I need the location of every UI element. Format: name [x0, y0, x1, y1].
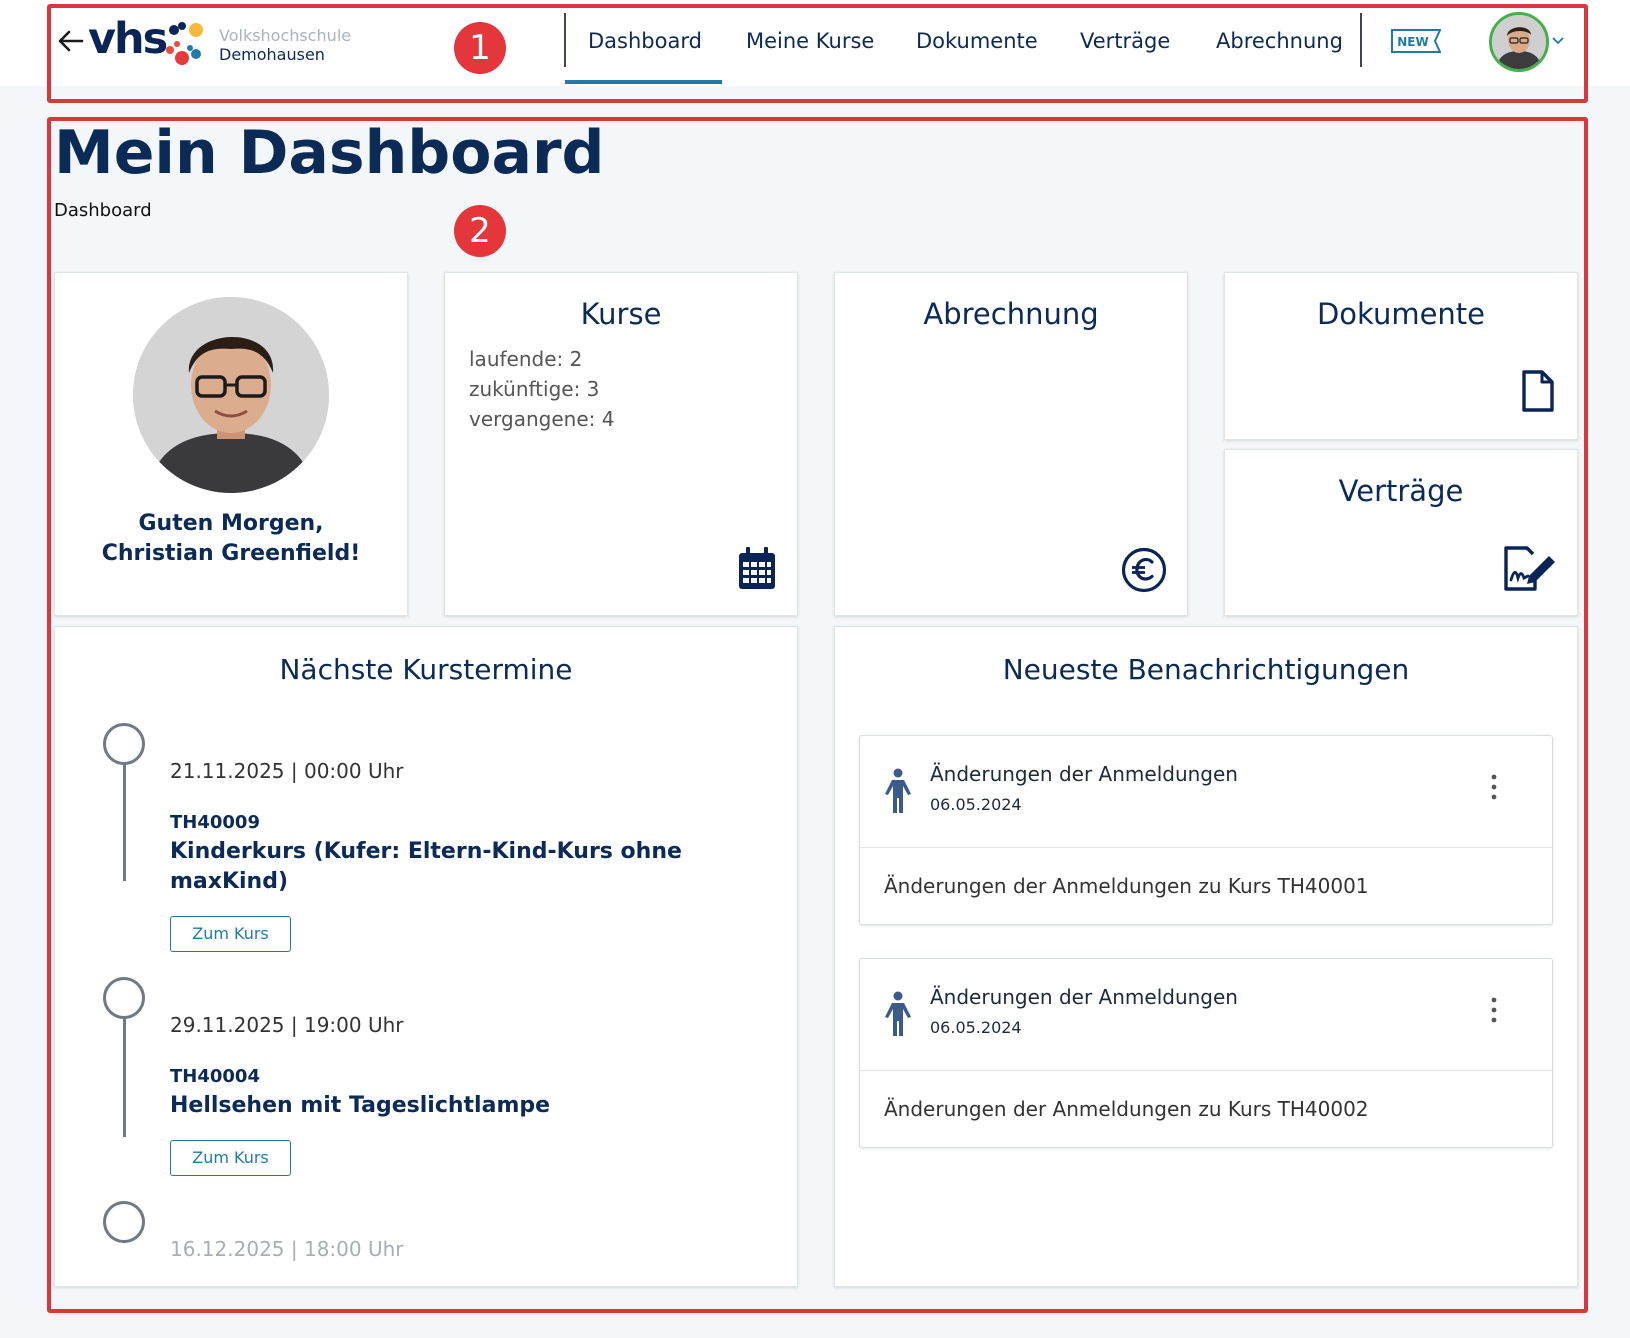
page-title: Mein Dashboard: [54, 118, 605, 188]
person-icon: [885, 991, 911, 1036]
notification-title: Änderungen der Anmeldungen: [930, 762, 1238, 786]
user-avatar-portrait-icon: [1492, 15, 1546, 69]
kurse-stat-laufende: laufende: 2: [469, 347, 583, 371]
logo-city: Demohausen: [219, 45, 325, 64]
more-options-icon[interactable]: [1484, 772, 1504, 802]
new-features-badge[interactable]: NEW: [1391, 29, 1441, 53]
document-icon: [1522, 370, 1554, 412]
vertraege-card[interactable]: Verträge: [1224, 449, 1578, 616]
notification-body: Änderungen der Anmeldungen zu Kurs TH400…: [884, 1097, 1369, 1121]
nav-dokumente[interactable]: Dokumente: [916, 28, 1038, 54]
active-nav-indicator: [565, 80, 722, 84]
termin-course-code: TH40004: [170, 1066, 260, 1087]
notifications-card: Neueste Benachrichtigungen Änderungen de…: [834, 626, 1578, 1287]
euro-icon: [1121, 547, 1167, 593]
kurstermine-card: Nächste Kurstermine 21.11.2025 | 00:00 U…: [54, 626, 798, 1287]
termin-course-code: TH40009: [170, 812, 260, 833]
notification-title: Änderungen der Anmeldungen: [930, 985, 1238, 1009]
notification-date: 06.05.2024: [930, 795, 1022, 814]
timeline-marker: [103, 1201, 145, 1243]
top-navigation-bar: vhs Volkshochschule Demohausen Dashboard…: [0, 0, 1630, 86]
notification-body: Änderungen der Anmeldungen zu Kurs TH400…: [884, 874, 1369, 898]
back-arrow-icon[interactable]: [56, 26, 86, 56]
abrechnung-card[interactable]: Abrechnung: [834, 272, 1188, 616]
zum-kurs-button[interactable]: Zum Kurs: [170, 1140, 291, 1176]
nav-divider-left: [564, 13, 566, 67]
termin-course-title-cont: maxKind): [170, 869, 289, 894]
greeting-user-name: Christian Greenfield!: [101, 541, 361, 566]
dokumente-card[interactable]: Dokumente: [1224, 272, 1578, 440]
timeline-marker: [103, 977, 145, 1019]
notification-date: 06.05.2024: [930, 1018, 1022, 1037]
profile-portrait-icon: [133, 297, 329, 493]
kurse-card-title: Kurse: [580, 297, 662, 331]
logo-subtitle: Volkshochschule: [219, 26, 352, 45]
annotation-badge-2: 2: [454, 205, 506, 257]
chevron-down-icon[interactable]: [1551, 33, 1565, 47]
dokumente-card-title: Dokumente: [1316, 297, 1486, 331]
termin-date: 29.11.2025 | 19:00 Uhr: [170, 1013, 404, 1037]
annotation-badge-1: 1: [454, 22, 506, 74]
nav-dashboard[interactable]: Dashboard: [588, 28, 702, 54]
profile-photo: [133, 297, 329, 493]
abrechnung-card-title: Abrechnung: [923, 297, 1099, 331]
notification-item[interactable]: Änderungen der Anmeldungen 06.05.2024 Än…: [859, 958, 1553, 1148]
notification-item[interactable]: Änderungen der Anmeldungen 06.05.2024 Än…: [859, 735, 1553, 925]
notification-divider: [860, 847, 1552, 848]
logo-dots-icon: [166, 22, 203, 65]
more-options-icon[interactable]: [1484, 995, 1504, 1025]
contract-signature-icon: [1504, 546, 1555, 591]
new-badge-text: NEW: [1397, 35, 1428, 49]
termin-course-title: Kinderkurs (Kufer: Eltern-Kind-Kurs ohne: [170, 839, 682, 864]
nav-vertraege[interactable]: Verträge: [1080, 28, 1170, 54]
notification-divider: [860, 1070, 1552, 1071]
nav-abrechnung[interactable]: Abrechnung: [1216, 28, 1343, 54]
notifications-title: Neueste Benachrichtigungen: [1002, 653, 1410, 686]
termin-date: 16.12.2025 | 18:00 Uhr: [170, 1237, 404, 1261]
person-icon: [885, 768, 911, 813]
calendar-icon: [739, 547, 775, 589]
kurse-stat-zukuenftige: zukünftige: 3: [469, 377, 600, 401]
kurse-stat-vergangene: vergangene: 4: [469, 407, 615, 431]
profile-card: Guten Morgen, Christian Greenfield!: [54, 272, 408, 616]
logo-wordmark: vhs: [88, 14, 168, 64]
greeting-line1: Guten Morgen,: [138, 511, 324, 536]
nav-meine-kurse[interactable]: Meine Kurse: [746, 28, 874, 54]
kurstermine-title: Nächste Kurstermine: [279, 653, 573, 686]
kurse-card[interactable]: Kurse laufende: 2 zukünftige: 3 vergange…: [444, 272, 798, 616]
nav-divider-right: [1360, 13, 1362, 67]
termin-date: 21.11.2025 | 00:00 Uhr: [170, 759, 404, 783]
zum-kurs-button[interactable]: Zum Kurs: [170, 916, 291, 952]
user-avatar[interactable]: [1489, 12, 1549, 72]
termin-course-title: Hellsehen mit Tageslichtlampe: [170, 1093, 551, 1118]
vertraege-card-title: Verträge: [1338, 474, 1464, 508]
timeline-marker: [103, 723, 145, 765]
breadcrumb[interactable]: Dashboard: [54, 200, 152, 221]
